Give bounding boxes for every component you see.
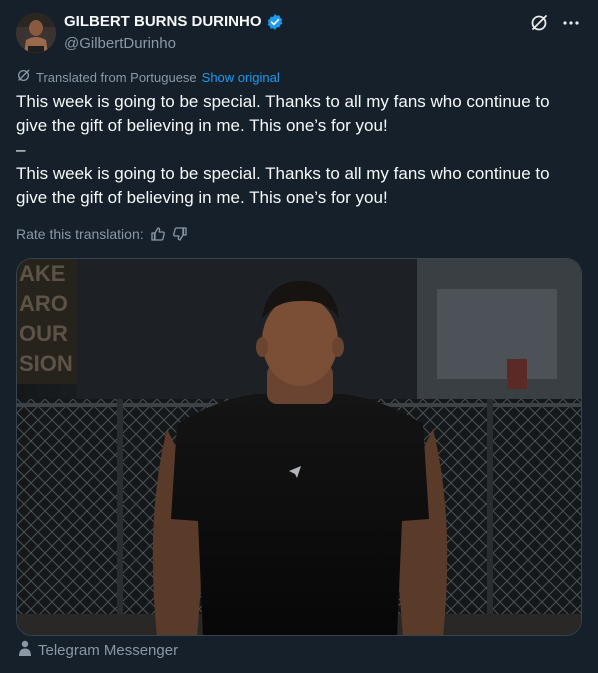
post-actions [528, 12, 582, 34]
rate-translation: Rate this translation: [16, 225, 188, 243]
rate-translation-label: Rate this translation: [16, 226, 144, 242]
sign-line-4: SION [19, 351, 73, 376]
thumbs-up-icon[interactable] [150, 226, 166, 242]
person-icon [18, 640, 32, 662]
sign-line-3: OUR [19, 321, 68, 346]
verified-badge-icon [266, 13, 284, 31]
more-icon[interactable] [560, 12, 582, 34]
translate-icon [16, 68, 31, 88]
author-block: GILBERT BURNS DURINHO @GilbertDurinho [64, 12, 284, 54]
avatar[interactable] [16, 13, 56, 53]
post-source: Telegram Messenger [18, 640, 178, 662]
post-image[interactable]: AKE ARO OUR SION [16, 258, 582, 636]
author-name[interactable]: GILBERT BURNS DURINHO [64, 12, 262, 32]
post-text: This week is going to be special. Thanks… [16, 90, 582, 210]
show-original-link[interactable]: Show original [202, 69, 280, 87]
post-paragraph-2: This week is going to be special. Thanks… [16, 164, 550, 207]
sign-line-1: AKE [19, 261, 65, 286]
thumbs-down-icon[interactable] [172, 226, 188, 242]
post-detail: GILBERT BURNS DURINHO @GilbertDurinho Tr… [0, 0, 598, 673]
translation-notice: Translated from Portuguese Show original [16, 68, 280, 88]
author-handle[interactable]: @GilbertDurinho [64, 34, 284, 54]
post-paragraph-1: This week is going to be special. Thanks… [16, 92, 550, 135]
translated-label: Translated from Portuguese [36, 70, 197, 85]
post-separator: – [16, 140, 26, 159]
source-label[interactable]: Telegram Messenger [38, 641, 178, 661]
sign-line-2: ARO [19, 291, 68, 316]
grok-icon[interactable] [528, 12, 550, 34]
